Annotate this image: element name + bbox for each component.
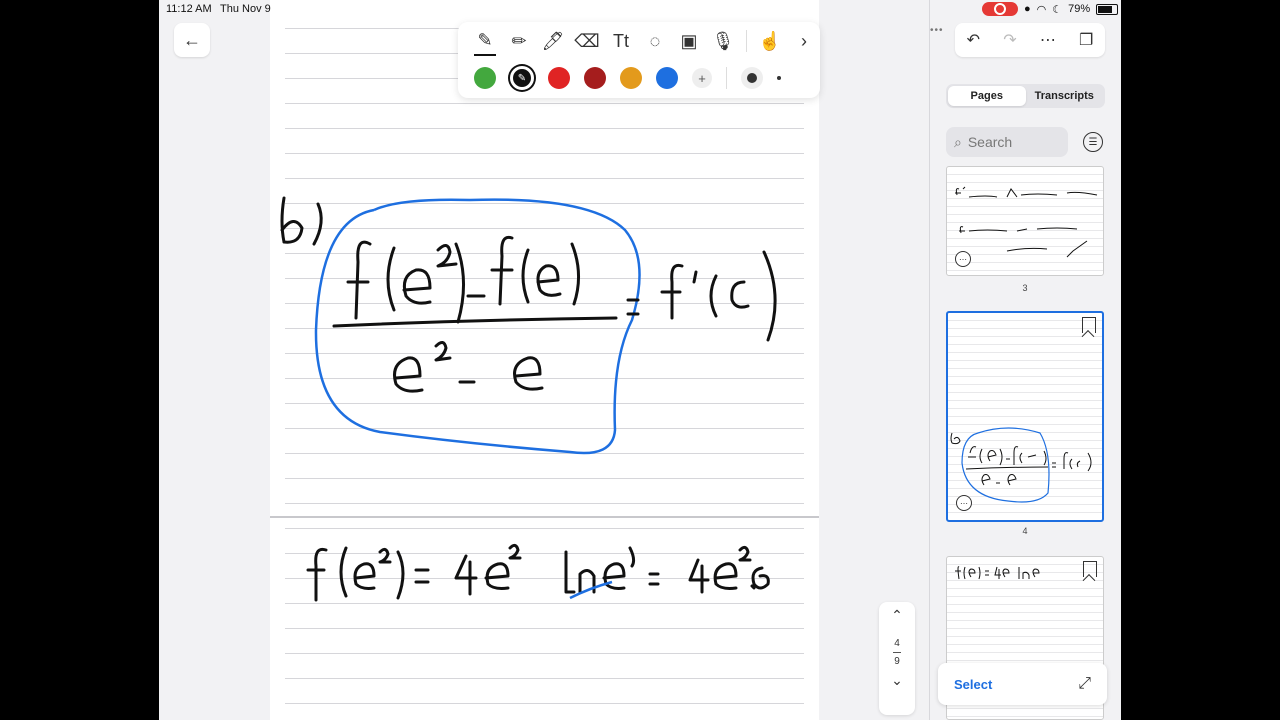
numerator-f1-stroke — [346, 240, 372, 320]
microphone-icon[interactable]: 🎙 — [712, 27, 735, 55]
moon-icon: ☾ — [1052, 3, 1063, 16]
color-blue[interactable] — [656, 67, 678, 89]
image-icon[interactable]: ▣ — [678, 27, 700, 55]
chevron-up-icon[interactable]: ⌃ — [879, 602, 915, 628]
fraction-bar-stroke — [332, 316, 618, 328]
tab-pages[interactable]: Pages — [948, 86, 1026, 106]
paren-close-stroke — [454, 242, 466, 324]
page-fraction-line — [893, 652, 901, 653]
search-field[interactable]: ⌕ Search — [946, 127, 1068, 157]
sidebar-tabs: Pages Transcripts — [946, 84, 1105, 108]
numerator-f2-stroke — [490, 235, 514, 306]
status-time: 11:12 AM — [166, 3, 212, 15]
thumbnail-more-icon[interactable]: ⋯ — [956, 495, 972, 511]
battery-percent: 79% — [1068, 3, 1091, 15]
stroke-size-large[interactable] — [741, 67, 763, 89]
current-page: 4 — [894, 638, 900, 649]
signal-icon: ● — [1024, 3, 1031, 15]
eraser-icon[interactable]: ⌫ — [574, 27, 599, 55]
color-red[interactable] — [548, 67, 570, 89]
pen-icon[interactable]: ✎ — [474, 26, 496, 56]
blue-circle-stroke — [314, 198, 641, 455]
bookmark-icon[interactable] — [1083, 561, 1097, 577]
fe-stroke — [521, 242, 580, 306]
chevron-down-icon[interactable]: ⌄ — [879, 667, 915, 693]
recording-indicator-icon — [982, 2, 1018, 16]
add-color-button[interactable]: + — [692, 68, 712, 88]
handwriting-ink — [280, 196, 777, 602]
page-thumbnail-3[interactable]: ⋯ — [946, 166, 1104, 276]
filter-icon[interactable]: ☰ — [1083, 132, 1103, 152]
more-options-icon[interactable]: ⋯ — [1040, 30, 1056, 50]
pencil-icon[interactable]: ✏ — [508, 27, 530, 55]
thumbnail-ink — [955, 566, 1040, 580]
back-button[interactable]: ← — [174, 23, 210, 57]
label-b-stroke — [280, 196, 323, 246]
expand-icon[interactable]: ⤢ — [1078, 675, 1091, 693]
search-placeholder: Search — [967, 134, 1013, 150]
color-row: ✎ + — [474, 66, 781, 90]
color-dark-red[interactable] — [584, 67, 606, 89]
total-pages: 9 — [894, 656, 900, 667]
status-bar: 11:12 AM Thu Nov 9 ● ◠ ☾ 79% — [0, 0, 1280, 18]
select-button[interactable]: Select — [954, 677, 992, 692]
toolbar-separator — [746, 30, 747, 52]
lasso-icon[interactable]: ◌ — [644, 27, 666, 55]
select-bar: Select ⤢ — [938, 663, 1107, 705]
battery-icon — [1096, 3, 1119, 15]
arrow-left-icon: ← — [183, 29, 201, 50]
status-right: ● ◠ ☾ 79% — [982, 2, 1119, 16]
highlighter-icon[interactable]: 🖊 — [542, 27, 565, 55]
search-icon: ⌕ — [954, 133, 962, 150]
page-stepper: ⌃ 4 9 ⌄ — [879, 602, 915, 715]
paren-open-stroke — [386, 246, 396, 312]
touch-icon[interactable]: ☝ — [759, 27, 781, 55]
status-date: Thu Nov 9 — [220, 3, 271, 15]
tool-row: ✎ ✏ 🖊 ⌫ Tt ◌ ▣ 🎙 ☝ › — [474, 26, 815, 56]
denominator-stroke — [393, 341, 544, 393]
exponent-2-stroke — [436, 244, 458, 268]
equals-fprime-c-stroke — [626, 250, 777, 342]
tab-transcripts[interactable]: Transcripts — [1026, 86, 1104, 106]
bottom-equation-stroke — [306, 543, 770, 602]
page-number-3: 3 — [1022, 283, 1028, 293]
wifi-icon: ◠ — [1036, 3, 1047, 16]
blue-underline-stroke — [569, 580, 613, 600]
undo-icon[interactable]: ↶ — [967, 30, 980, 50]
sidebar-divider — [929, 0, 930, 720]
page-thumbnail-4[interactable]: ⋯ — [946, 311, 1104, 522]
text-icon[interactable]: Tt — [610, 27, 632, 55]
e-squared-stroke — [402, 268, 432, 305]
sidebar-actions: ↶ ↷ ⋯ ❐ — [955, 23, 1105, 57]
thumbnail-ink — [950, 427, 1092, 503]
page-number-4: 4 — [1022, 526, 1028, 536]
thumbnail-more-icon[interactable]: ⋯ — [955, 251, 971, 267]
drawing-toolbar: ••• ✎ ✏ 🖊 ⌫ Tt ◌ ▣ 🎙 ☝ › ✎ + — [458, 22, 943, 98]
note-page[interactable] — [270, 0, 819, 720]
pages-icon[interactable]: ❐ — [1079, 30, 1093, 50]
color-orange[interactable] — [620, 67, 642, 89]
toolbar-grip[interactable]: ••• — [930, 25, 944, 36]
redo-icon[interactable]: ↷ — [1003, 30, 1016, 50]
chevron-right-icon[interactable]: › — [793, 27, 815, 55]
notes-app: ← ••• ✎ ✏ 🖊 ⌫ Tt ◌ ▣ 🎙 ☝ › ✎ + ⌃ 4 9 ⌄ ↶… — [159, 0, 1121, 720]
bookmark-icon[interactable] — [1082, 317, 1096, 333]
color-black-selected[interactable]: ✎ — [510, 66, 534, 90]
toolbar-separator — [726, 67, 727, 89]
color-green[interactable] — [474, 67, 496, 89]
stroke-size-small[interactable] — [777, 76, 781, 80]
